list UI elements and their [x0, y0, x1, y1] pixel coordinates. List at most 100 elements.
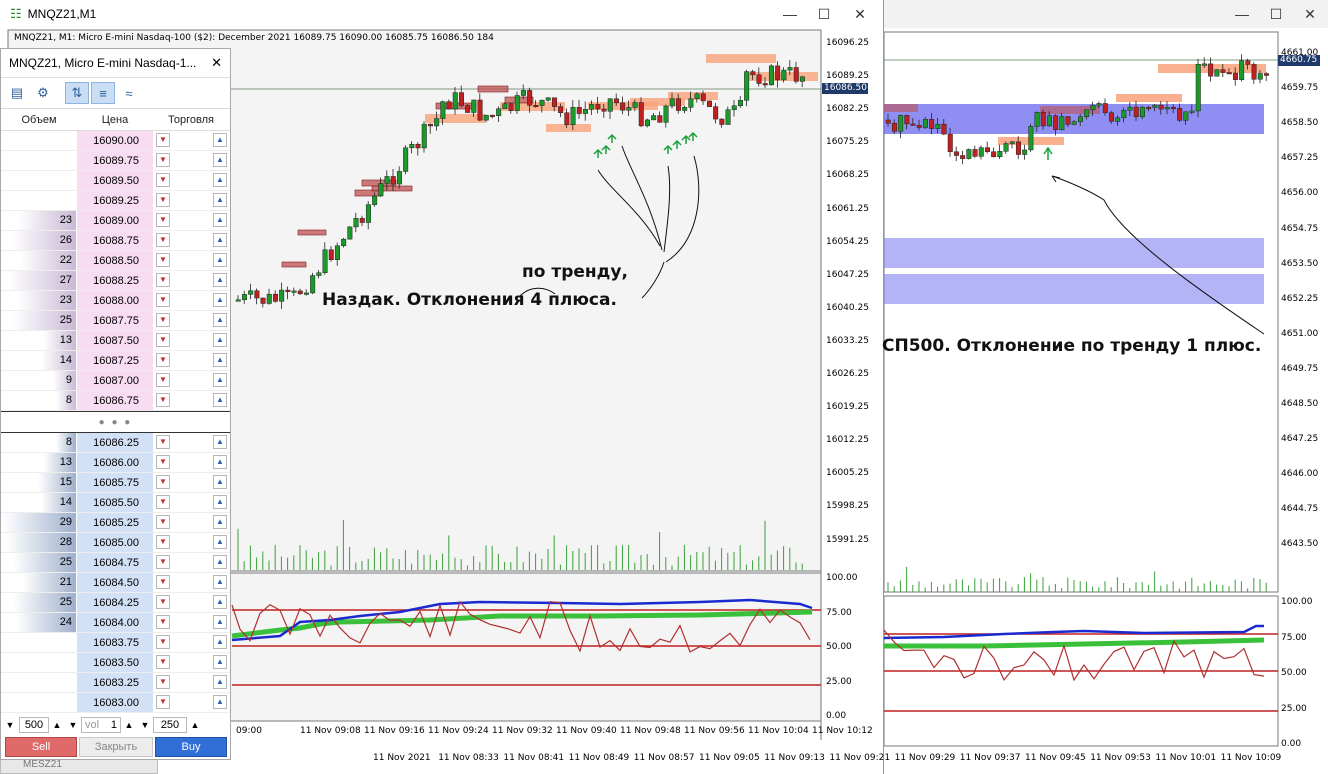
price-cell[interactable]: 16089.75 [77, 151, 153, 170]
sell-limit-icon[interactable]: ▼ [156, 193, 170, 207]
ask-row[interactable]: 16089.25 ▼ ▲ [1, 191, 230, 211]
buy-limit-icon[interactable]: ▲ [213, 655, 227, 669]
price-cell[interactable]: 16089.25 [77, 191, 153, 210]
bid-row[interactable]: 25 16084.75 ▼ ▲ [1, 553, 230, 573]
sell-limit-icon[interactable]: ▼ [156, 615, 170, 629]
buy-limit-icon[interactable]: ▲ [213, 213, 227, 227]
price-cell[interactable]: 16087.25 [77, 351, 153, 370]
price-cell[interactable]: 16083.50 [77, 653, 153, 672]
sell-limit-icon[interactable]: ▼ [156, 495, 170, 509]
ask-row[interactable]: 9 16087.00 ▼ ▲ [1, 371, 230, 391]
price-cell[interactable]: 16090.00 [77, 131, 153, 150]
sell-limit-icon[interactable]: ▼ [156, 273, 170, 287]
buy-limit-icon[interactable]: ▲ [213, 435, 227, 449]
chevron-up-icon[interactable]: ▲ [187, 720, 203, 730]
sell-limit-icon[interactable]: ▼ [156, 595, 170, 609]
sell-limit-icon[interactable]: ▼ [156, 655, 170, 669]
bid-row[interactable]: 13 16086.00 ▼ ▲ [1, 453, 230, 473]
sell-limit-icon[interactable]: ▼ [156, 173, 170, 187]
sp500-candles-chart[interactable] [884, 0, 1328, 774]
qty-left-field[interactable]: 500 [19, 717, 49, 733]
price-cell[interactable]: 16085.75 [77, 473, 153, 492]
price-cell[interactable]: 16083.25 [77, 673, 153, 692]
chevron-down-icon[interactable]: ▼ [1, 720, 19, 730]
sell-limit-icon[interactable]: ▼ [156, 555, 170, 569]
price-cell[interactable]: 16084.25 [77, 593, 153, 612]
ask-row[interactable]: 16089.50 ▼ ▲ [1, 171, 230, 191]
price-cell[interactable]: 16088.25 [77, 271, 153, 290]
sell-limit-icon[interactable]: ▼ [156, 695, 170, 709]
sell-limit-icon[interactable]: ▼ [156, 535, 170, 549]
ask-row[interactable]: 25 16087.75 ▼ ▲ [1, 311, 230, 331]
buy-limit-icon[interactable]: ▲ [213, 293, 227, 307]
price-cell[interactable]: 16088.50 [77, 251, 153, 270]
bid-row[interactable]: 8 16086.25 ▼ ▲ [1, 433, 230, 453]
sell-limit-icon[interactable]: ▼ [156, 213, 170, 227]
sell-limit-icon[interactable]: ▼ [156, 293, 170, 307]
price-cell[interactable]: 16089.50 [77, 171, 153, 190]
price-cell[interactable]: 16087.50 [77, 331, 153, 350]
buy-limit-icon[interactable]: ▲ [213, 313, 227, 327]
sell-limit-icon[interactable]: ▼ [156, 675, 170, 689]
price-cell[interactable]: 16088.00 [77, 291, 153, 310]
buy-limit-icon[interactable]: ▲ [213, 133, 227, 147]
chevron-down-icon[interactable]: ▼ [65, 720, 81, 730]
bid-row[interactable]: 16083.75 ▼ ▲ [1, 633, 230, 653]
buy-limit-icon[interactable]: ▲ [213, 515, 227, 529]
price-cell[interactable]: 16085.50 [77, 493, 153, 512]
ask-row[interactable]: 27 16088.25 ▼ ▲ [1, 271, 230, 291]
buy-limit-icon[interactable]: ▲ [213, 455, 227, 469]
price-cell[interactable]: 16083.75 [77, 633, 153, 652]
ask-row[interactable]: 13 16087.50 ▼ ▲ [1, 331, 230, 351]
ask-row[interactable]: 23 16088.00 ▼ ▲ [1, 291, 230, 311]
price-cell[interactable]: 16089.00 [77, 211, 153, 230]
buy-limit-icon[interactable]: ▲ [213, 615, 227, 629]
vol-field[interactable]: vol 1 [81, 717, 121, 733]
sell-limit-icon[interactable]: ▼ [156, 475, 170, 489]
sell-limit-icon[interactable]: ▼ [156, 373, 170, 387]
minimized-chart-tab[interactable]: MESZ21 [0, 758, 158, 774]
bid-row[interactable]: 28 16085.00 ▼ ▲ [1, 533, 230, 553]
buy-limit-icon[interactable]: ▲ [213, 675, 227, 689]
close-position-button[interactable]: Закрыть [79, 737, 153, 757]
price-cell[interactable]: 16083.00 [77, 693, 153, 712]
chevron-up-icon[interactable]: ▲ [121, 720, 137, 730]
price-cell[interactable]: 16084.75 [77, 553, 153, 572]
buy-limit-icon[interactable]: ▲ [213, 535, 227, 549]
buy-button[interactable]: Buy [155, 737, 227, 757]
bid-row[interactable]: 15 16085.75 ▼ ▲ [1, 473, 230, 493]
buy-limit-icon[interactable]: ▲ [213, 173, 227, 187]
buy-limit-icon[interactable]: ▲ [213, 253, 227, 267]
sell-limit-icon[interactable]: ▼ [156, 435, 170, 449]
sell-limit-icon[interactable]: ▼ [156, 333, 170, 347]
chevron-up-icon[interactable]: ▲ [49, 720, 65, 730]
buy-limit-icon[interactable]: ▲ [213, 575, 227, 589]
bid-row[interactable]: 24 16084.00 ▼ ▲ [1, 613, 230, 633]
buy-limit-icon[interactable]: ▲ [213, 635, 227, 649]
ask-row[interactable]: 16089.75 ▼ ▲ [1, 151, 230, 171]
ask-row[interactable]: 14 16087.25 ▼ ▲ [1, 351, 230, 371]
bid-row[interactable]: 16083.00 ▼ ▲ [1, 693, 230, 713]
ask-row[interactable]: 23 16089.00 ▼ ▲ [1, 211, 230, 231]
buy-limit-icon[interactable]: ▲ [213, 595, 227, 609]
sell-limit-icon[interactable]: ▼ [156, 353, 170, 367]
bid-row[interactable]: 14 16085.50 ▼ ▲ [1, 493, 230, 513]
bid-row[interactable]: 29 16085.25 ▼ ▲ [1, 513, 230, 533]
chart-view-icon[interactable]: ▤ [5, 82, 29, 104]
buy-limit-icon[interactable]: ▲ [213, 393, 227, 407]
chevron-down-icon[interactable]: ▼ [137, 720, 153, 730]
price-cell[interactable]: 16086.75 [77, 391, 153, 410]
sell-limit-icon[interactable]: ▼ [156, 575, 170, 589]
buy-limit-icon[interactable]: ▲ [213, 273, 227, 287]
center-price-icon[interactable]: ≡ [91, 82, 115, 104]
price-cell[interactable]: 16086.00 [77, 453, 153, 472]
sell-limit-icon[interactable]: ▼ [156, 253, 170, 267]
buy-limit-icon[interactable]: ▲ [213, 695, 227, 709]
sell-limit-icon[interactable]: ▼ [156, 313, 170, 327]
price-cell[interactable]: 16085.25 [77, 513, 153, 532]
sell-limit-icon[interactable]: ▼ [156, 635, 170, 649]
sell-limit-icon[interactable]: ▼ [156, 515, 170, 529]
sell-limit-icon[interactable]: ▼ [156, 153, 170, 167]
buy-limit-icon[interactable]: ▲ [213, 233, 227, 247]
bid-row[interactable]: 25 16084.25 ▼ ▲ [1, 593, 230, 613]
